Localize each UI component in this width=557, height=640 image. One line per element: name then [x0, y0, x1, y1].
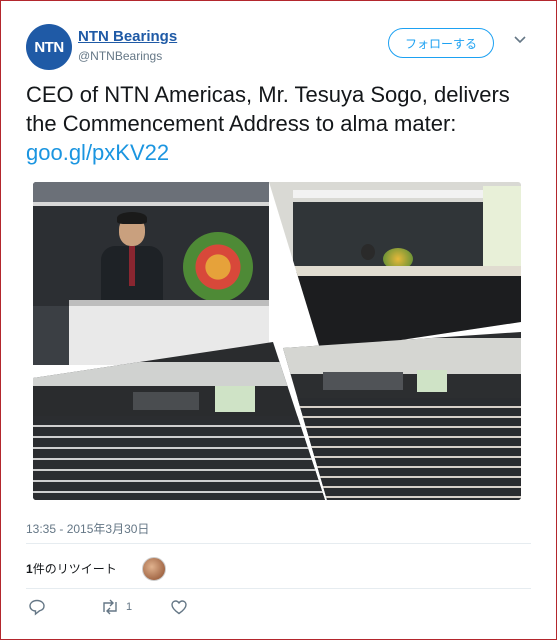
like-button[interactable]	[170, 598, 188, 616]
like-icon	[171, 600, 187, 615]
tweet-photo[interactable]	[33, 182, 521, 500]
reply-icon	[29, 599, 45, 616]
reply-button[interactable]	[28, 598, 46, 616]
divider	[26, 543, 531, 544]
account-name[interactable]: NTN Bearings	[78, 28, 177, 45]
photo-tile-audience-left	[33, 342, 325, 500]
retweet-action-count: 1	[126, 601, 133, 613]
retweet-icon	[103, 599, 117, 615]
photo-tile-stage	[269, 182, 521, 352]
retweeter-avatar[interactable]	[142, 557, 166, 581]
follow-button[interactable]: フォローする	[388, 28, 494, 58]
tweet-timestamp[interactable]: 13:35 - 2015年3月30日	[26, 520, 149, 537]
retweet-count: 1	[26, 562, 33, 576]
retweet-label: 件のリツイート	[32, 562, 117, 576]
tweet-actions: 1	[26, 598, 531, 622]
tweet-link[interactable]: goo.gl/pxKV22	[26, 140, 169, 165]
retweet-stats[interactable]: 1件のリツイート	[26, 560, 117, 577]
divider	[26, 588, 531, 589]
tweet-body: CEO of NTN Americas, Mr. Tesuya Sogo, de…	[26, 82, 510, 136]
account-handle[interactable]: @NTNBearings	[78, 49, 162, 63]
avatar[interactable]: NTN	[26, 24, 72, 70]
photo-tile-speaker	[33, 182, 269, 365]
tweet-text: CEO of NTN Americas, Mr. Tesuya Sogo, de…	[26, 80, 531, 167]
chevron-down-icon[interactable]	[513, 32, 527, 46]
tweet-header: NTN NTN Bearings @NTNBearings フォローする	[26, 24, 531, 74]
retweet-button[interactable]: 1	[100, 598, 132, 616]
photo-tile-audience-right	[283, 332, 521, 500]
